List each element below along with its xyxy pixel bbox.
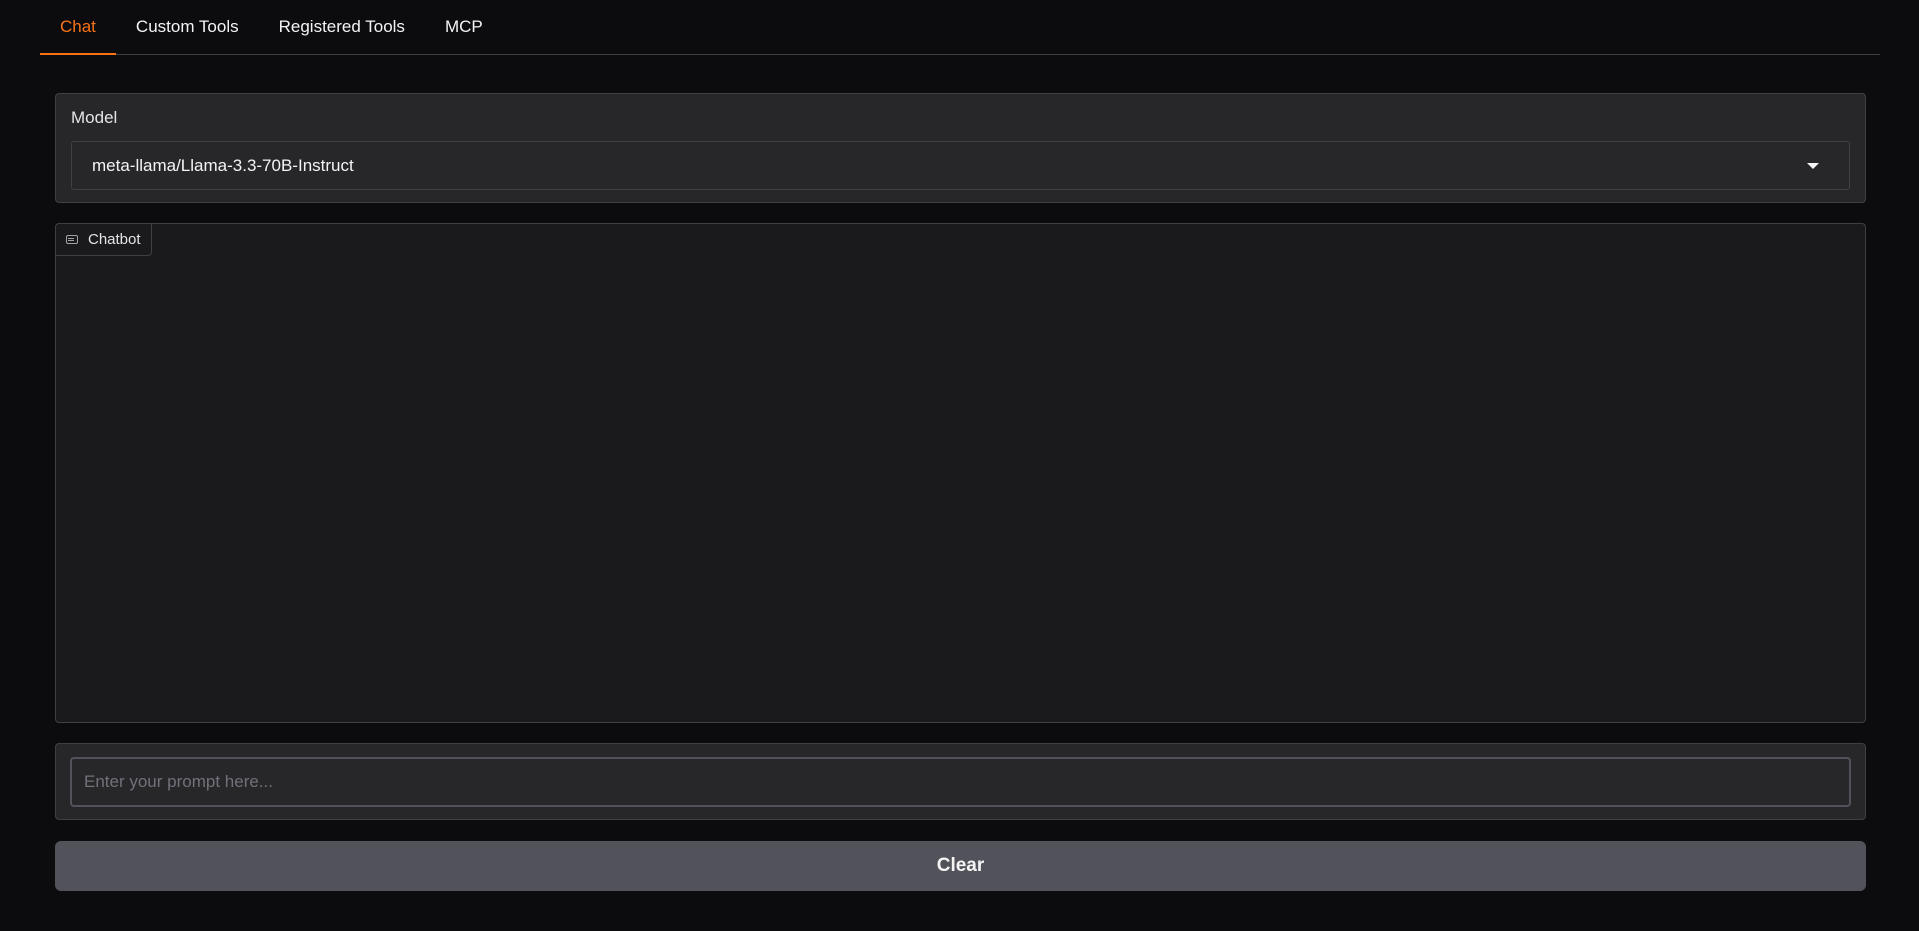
model-dropdown[interactable]: meta-llama/Llama-3.3-70B-Instruct (71, 141, 1850, 190)
tab-registered-tools[interactable]: Registered Tools (259, 0, 425, 54)
model-selected-value: meta-llama/Llama-3.3-70B-Instruct (92, 155, 354, 175)
chatbot-label-text: Chatbot (88, 231, 141, 248)
tab-custom-tools[interactable]: Custom Tools (116, 0, 259, 54)
tab-mcp[interactable]: MCP (425, 0, 503, 54)
tab-bar: Chat Custom Tools Registered Tools MCP (40, 0, 1880, 55)
tab-chat[interactable]: Chat (40, 0, 116, 55)
chevron-down-icon[interactable] (1807, 163, 1819, 169)
prompt-input[interactable] (70, 757, 1851, 807)
chat-icon (66, 235, 78, 244)
chatbot-label: Chatbot (56, 224, 152, 256)
clear-button[interactable]: Clear (55, 841, 1866, 891)
chatbot-panel: Chatbot (55, 223, 1866, 723)
model-label: Model (71, 108, 118, 127)
model-block: Model meta-llama/Llama-3.3-70B-Instruct (55, 93, 1866, 203)
prompt-block (55, 743, 1866, 820)
